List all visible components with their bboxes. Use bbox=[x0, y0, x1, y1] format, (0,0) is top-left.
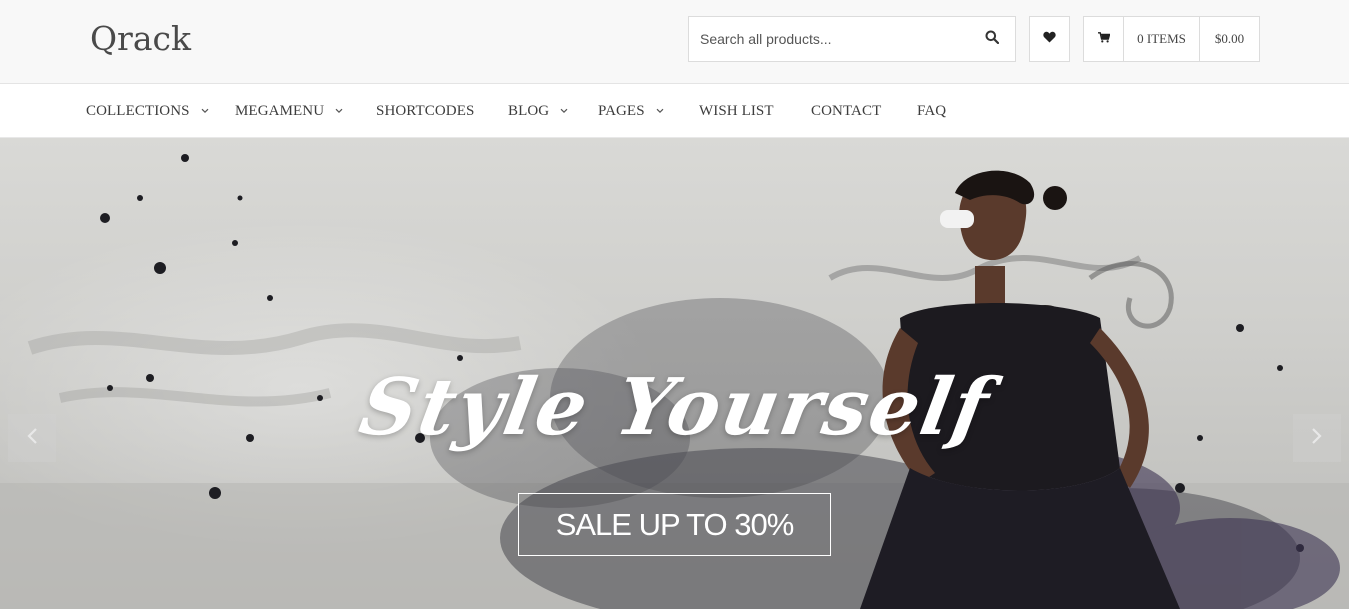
heart-icon bbox=[1043, 30, 1056, 48]
nav-item-label: CONTACT bbox=[811, 102, 882, 119]
cart-icon bbox=[1097, 30, 1111, 48]
chevron-down-icon bbox=[560, 108, 568, 114]
search-box bbox=[688, 16, 1016, 62]
nav-item-label: WISH LIST bbox=[699, 102, 774, 119]
cart-summary[interactable]: 0 ITEMS $0.00 bbox=[1083, 16, 1260, 62]
nav-item-label: PAGES bbox=[598, 102, 645, 119]
nav-item-megamenu[interactable]: MEGAMENU bbox=[235, 84, 343, 138]
nav-item-label: BLOG bbox=[508, 102, 550, 119]
nav-item-contact[interactable]: CONTACT bbox=[811, 84, 881, 138]
chevron-down-icon bbox=[335, 108, 343, 114]
cart-icon-cell[interactable] bbox=[1084, 17, 1124, 61]
nav-item-collections[interactable]: COLLECTIONS bbox=[86, 84, 209, 138]
cart-item-count[interactable]: 0 ITEMS bbox=[1124, 17, 1200, 61]
nav-item-label: COLLECTIONS bbox=[86, 102, 190, 119]
chevron-left-icon bbox=[26, 427, 38, 450]
main-nav: COLLECTIONS MEGAMENU SHORTCODES BLOG PAG… bbox=[0, 84, 1349, 138]
chevron-down-icon bbox=[201, 108, 209, 114]
site-header: Qrack 0 ITEMS $0.00 bbox=[0, 0, 1349, 84]
nav-item-label: MEGAMENU bbox=[235, 102, 325, 119]
cart-total[interactable]: $0.00 bbox=[1200, 17, 1259, 61]
slider-next-button[interactable] bbox=[1293, 414, 1341, 462]
nav-item-shortcodes[interactable]: SHORTCODES bbox=[376, 84, 474, 138]
wishlist-button[interactable] bbox=[1029, 16, 1070, 62]
chevron-right-icon bbox=[1311, 427, 1323, 450]
nav-item-label: SHORTCODES bbox=[376, 102, 475, 119]
slider-prev-button[interactable] bbox=[8, 414, 56, 462]
search-button[interactable] bbox=[969, 17, 1015, 61]
nav-item-label: FAQ bbox=[917, 102, 947, 119]
nav-item-wish-list[interactable]: WISH LIST bbox=[699, 84, 774, 138]
nav-item-faq[interactable]: FAQ bbox=[917, 84, 946, 138]
search-icon bbox=[985, 30, 1000, 49]
nav-item-blog[interactable]: BLOG bbox=[508, 84, 568, 138]
hero-headline: Style Yourself bbox=[353, 362, 997, 453]
nav-item-pages[interactable]: PAGES bbox=[598, 84, 664, 138]
sale-cta-button[interactable]: SALE UP TO 30% bbox=[518, 493, 831, 556]
search-input[interactable] bbox=[689, 17, 969, 61]
chevron-down-icon bbox=[656, 108, 664, 114]
site-logo[interactable]: Qrack bbox=[90, 18, 191, 60]
